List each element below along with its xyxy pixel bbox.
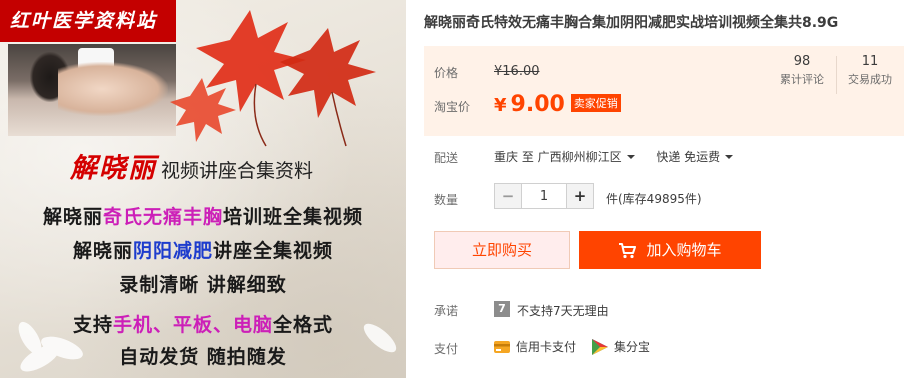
quantity-label: 数量 <box>434 193 459 207</box>
quantity-decrease-button[interactable]: − <box>494 183 522 209</box>
quantity-input[interactable] <box>522 183 566 209</box>
delivery-destination: 广西柳州柳江区 <box>537 150 622 164</box>
image-line-2-b: 阴阳减肥 <box>132 240 213 262</box>
delivery-info: 重庆 至 广西柳州柳江区 快递 免运费 <box>494 148 734 165</box>
quantity-stepper: − + <box>494 183 594 209</box>
stat-deals: 11 交易成功 <box>838 54 902 87</box>
buy-now-button[interactable]: 立即购买 <box>434 231 570 269</box>
image-headline: 解晓丽 视频讲座合集资料 <box>70 146 313 185</box>
shopping-cart-icon <box>619 243 637 259</box>
flower-illustration <box>18 321 397 372</box>
add-to-cart-label: 加入购物车 <box>646 241 722 259</box>
promise-label: 承诺 <box>434 304 459 318</box>
credit-card-icon <box>494 341 510 353</box>
delivery-label: 配送 <box>434 151 459 165</box>
original-price-label: 价格 <box>434 66 459 80</box>
photo-figure <box>58 62 168 116</box>
chevron-down-icon <box>626 155 635 159</box>
taobao-price-label: 淘宝价 <box>434 100 471 114</box>
shipping-method-select[interactable]: 快递 免运费 <box>656 150 734 164</box>
promo-badge: 卖家促销 <box>570 94 621 112</box>
deals-label: 交易成功 <box>848 73 892 86</box>
jifenbao-icon <box>592 339 608 355</box>
promise-text[interactable]: 不支持7天无理由 <box>517 302 609 319</box>
product-title: 解晓丽奇氏特效无痛丰胸合集加阴阳减肥实战培训视频全集共8.9G <box>424 15 839 31</box>
delivery-destination-select[interactable]: 广西柳州柳江区 <box>538 150 635 164</box>
image-line-2-a: 解晓丽 <box>72 240 133 262</box>
original-price: ¥16.00 <box>494 64 540 79</box>
add-to-cart-button[interactable]: 加入购物车 <box>579 231 761 269</box>
quantity-increase-button[interactable]: + <box>566 183 594 209</box>
delivery-from: 重庆 至 <box>494 150 534 164</box>
sale-price-value: 9.00 <box>510 92 565 117</box>
payment-label: 支付 <box>434 342 459 356</box>
stats-divider <box>836 56 837 94</box>
jifenbao-label: 集分宝 <box>614 340 651 354</box>
seven-day-return-icon: 7 <box>494 301 510 317</box>
image-line-2: 解晓丽阴阳减肥讲座全集视频 <box>0 236 406 263</box>
payment-credit-card[interactable]: 信用卡支付 <box>494 338 576 355</box>
stock-info: 件(库存49895件) <box>606 192 702 206</box>
image-line-1-c: 培训班全集视频 <box>223 206 364 228</box>
reviews-label: 累计评论 <box>780 73 824 86</box>
image-headline-highlight: 解晓丽 <box>70 153 157 184</box>
deals-count: 11 <box>861 54 879 69</box>
sale-price: ¥9.00 卖家促销 <box>494 92 621 117</box>
image-line-3: 录制清晰 讲解细致 <box>119 274 287 296</box>
image-line-1: 解晓丽奇氏无痛丰胸培训班全集视频 <box>0 202 406 229</box>
currency-symbol: ¥ <box>494 95 507 116</box>
chevron-down-icon <box>725 155 734 159</box>
stat-reviews[interactable]: 98 累计评论 <box>770 54 834 87</box>
image-photo <box>8 44 176 136</box>
payment-jifenbao[interactable]: 集分宝 <box>592 338 650 355</box>
product-image[interactable]: 红叶医学资料站 解晓丽 视频讲座合集资料 解晓丽奇氏无痛丰胸培训班全集视频 解晓丽… <box>0 0 406 378</box>
reviews-count: 98 <box>793 54 811 69</box>
image-line-2-c: 讲座全集视频 <box>213 240 334 262</box>
image-line-1-b: 奇氏无痛丰胸 <box>102 206 223 228</box>
image-headline-rest: 视频讲座合集资料 <box>161 160 314 182</box>
maple-leaf-illustration <box>170 10 376 147</box>
image-line-1-a: 解晓丽 <box>42 206 103 228</box>
image-brand-banner: 红叶医学资料站 <box>0 0 176 42</box>
credit-card-label: 信用卡支付 <box>516 340 577 354</box>
shipping-method: 快递 免运费 <box>656 150 721 164</box>
price-panel: 价格 ¥16.00 淘宝价 ¥9.00 卖家促销 98 累计评论 11 交易成功 <box>424 46 904 136</box>
